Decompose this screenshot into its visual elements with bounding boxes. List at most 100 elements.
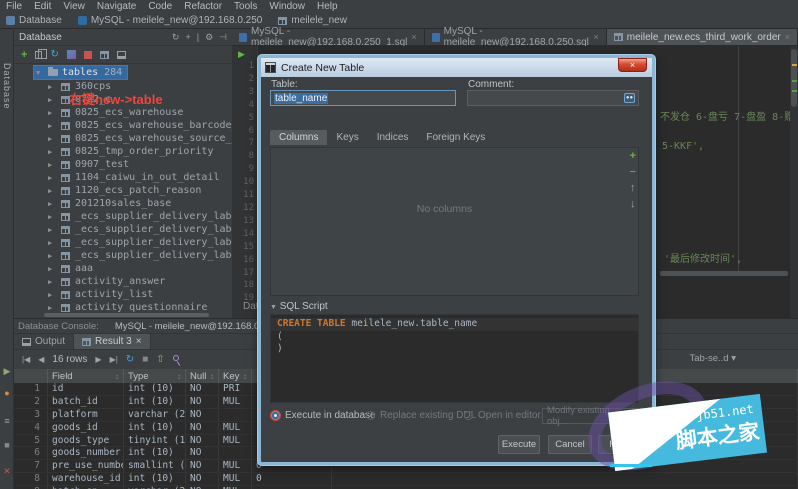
cell-key[interactable]: MUL xyxy=(219,473,252,486)
locate-icon[interactable]: + xyxy=(185,32,190,42)
cell-null[interactable]: NO xyxy=(186,421,219,434)
radio-execute-in-database[interactable]: Execute in database xyxy=(270,410,376,421)
close-icon[interactable]: × xyxy=(411,32,416,42)
chevron-right-icon[interactable]: ▶ xyxy=(48,83,56,91)
tree-node-table[interactable]: ▶ _ecs_supplier_delivery_labels_copy1_co… xyxy=(14,236,232,249)
tab-keys[interactable]: Keys xyxy=(327,130,367,145)
tab-sql-1[interactable]: MySQL - meilele_new@192.168.0.250_1.sql … xyxy=(232,26,425,48)
dialog-title-bar[interactable]: Create New Table × xyxy=(261,58,652,77)
cell-type[interactable]: int (10) xyxy=(124,421,186,434)
stop-icon[interactable]: ■ xyxy=(142,354,148,365)
tab-sql-2[interactable]: MySQL - meilele_new@192.168.0.250.sql × xyxy=(425,26,607,48)
radio-replace-existing-ddl[interactable]: Replace existing DDL xyxy=(366,410,476,421)
cell-key[interactable]: MUL xyxy=(219,395,252,408)
chevron-right-icon[interactable]: ▶ xyxy=(48,187,56,195)
chevron-right-icon[interactable]: ▶ xyxy=(48,135,56,143)
tree-node-table[interactable]: ▶ 0825_ecs_warehouse_source_relation xyxy=(14,132,232,145)
cell-type[interactable]: int (10) xyxy=(124,383,186,395)
horizontal-scrollbar[interactable] xyxy=(44,313,209,317)
cell-key[interactable] xyxy=(219,447,252,460)
chevron-down-icon[interactable]: ▼ xyxy=(36,69,44,77)
menu-item[interactable]: Window xyxy=(269,1,305,12)
radio-icon[interactable] xyxy=(366,411,375,420)
reload-icon[interactable]: ↻ xyxy=(126,354,134,365)
tree-node-table[interactable]: ▶ 0825_ecs_warehouse_barcode_goods xyxy=(14,119,232,132)
header-cell-type[interactable]: Type xyxy=(124,369,186,383)
last-page-icon[interactable]: ▶| xyxy=(110,355,118,364)
close-button[interactable]: × xyxy=(618,58,647,72)
add-icon[interactable]: + xyxy=(21,49,27,61)
upload-icon[interactable]: ⇧ xyxy=(156,354,164,365)
radio-icon[interactable] xyxy=(464,411,473,420)
tree-node-table[interactable]: ▶ activity_questionnaire xyxy=(14,301,232,312)
tree-node-table[interactable]: ▶ activity_list xyxy=(14,288,232,301)
tool-button-database[interactable]: Database xyxy=(2,63,12,110)
table-view-icon[interactable] xyxy=(99,50,109,59)
menu-item[interactable]: Navigate xyxy=(97,1,136,12)
cell-key[interactable]: PRI xyxy=(219,383,252,395)
collapse-icon[interactable]: ▼ xyxy=(270,304,277,311)
pin-icon[interactable] xyxy=(172,354,179,361)
tree-node-table[interactable]: ▶ _ecs_supplier_delivery_labels_copy1 xyxy=(14,223,232,236)
cell-type[interactable]: int (10) xyxy=(124,473,186,486)
tab-foreign-keys[interactable]: Foreign Keys xyxy=(417,130,494,145)
sort-icon[interactable] xyxy=(115,371,119,382)
next-page-icon[interactable]: ▶ xyxy=(95,355,101,364)
cell-field[interactable]: goods_number xyxy=(48,447,124,460)
radio-open-in-editor[interactable]: Open in editor: xyxy=(464,410,544,421)
nav-segment-database[interactable]: Database xyxy=(6,15,62,26)
tree-node-table[interactable]: ▶ _ecs_supplier_delivery_labels_copy xyxy=(14,210,232,223)
tab-indices[interactable]: Indices xyxy=(368,130,418,145)
horizontal-scrollbar[interactable] xyxy=(660,271,788,276)
cell-null[interactable]: NO xyxy=(186,434,219,447)
output-format-dropdown[interactable]: Tab-se..d ▾ xyxy=(690,353,737,364)
tab-output[interactable]: Output xyxy=(14,334,75,349)
chevron-right-icon[interactable]: ▶ xyxy=(48,174,56,182)
tree-node-table[interactable]: ▶ 1104_caiwu_in_out_detail xyxy=(14,171,232,184)
chevron-right-icon[interactable]: ▶ xyxy=(48,213,56,221)
execute-button[interactable]: Execute xyxy=(498,435,540,454)
cell-null[interactable]: NO xyxy=(186,460,219,473)
cell-field[interactable]: pre_use_number xyxy=(48,460,124,473)
move-up-icon[interactable]: ↑ xyxy=(630,183,636,194)
cell-null[interactable]: NO xyxy=(186,395,219,408)
cell-null[interactable]: NO xyxy=(186,408,219,421)
menu-item[interactable]: Code xyxy=(148,1,172,12)
chevron-right-icon[interactable]: ▶ xyxy=(48,226,56,234)
chevron-right-icon[interactable]: ▶ xyxy=(48,278,56,286)
close-icon[interactable]: × xyxy=(785,32,790,42)
sort-icon[interactable] xyxy=(177,371,181,382)
sql-script-editor[interactable]: CREATE TABLE meilele_new.table_name ( ) xyxy=(270,314,639,403)
close-icon[interactable]: × xyxy=(593,32,598,42)
cell-type[interactable]: tinyint (1) xyxy=(124,434,186,447)
hide-panel-icon[interactable]: ⊣ xyxy=(219,32,227,43)
close-icon[interactable]: × xyxy=(136,336,142,347)
nav-segment-connection[interactable]: MySQL - meilele_new@192.168.0.250 xyxy=(77,15,262,26)
move-down-icon[interactable]: ↓ xyxy=(630,199,636,210)
header-cell-null[interactable]: Null xyxy=(186,369,219,383)
soft-wrap-icon[interactable]: ≡ xyxy=(0,415,14,427)
add-column-icon[interactable]: + xyxy=(630,151,636,162)
sql-script-section[interactable]: ▼ SQL Script xyxy=(270,301,328,312)
rerun-icon[interactable]: ▶ xyxy=(0,365,14,377)
console-window-icon[interactable] xyxy=(116,50,126,59)
columns-panel[interactable]: No columns + − ↑ ↓ xyxy=(270,147,639,296)
tree-node-table[interactable]: ▶ 0825_tmp_order_priority xyxy=(14,145,232,158)
comment-icon[interactable]: ●● xyxy=(624,93,635,103)
nav-segment-schema[interactable]: meilele_new xyxy=(278,15,347,26)
tab-columns[interactable]: Columns xyxy=(270,130,328,145)
cell-key[interactable]: MUL xyxy=(219,434,252,447)
chevron-right-icon[interactable]: ▶ xyxy=(48,265,56,273)
tree-node-table[interactable]: ▶ aaa xyxy=(14,262,232,275)
settings-icon[interactable]: ⚙ xyxy=(205,32,213,43)
cancel-button[interactable]: Cancel xyxy=(548,435,592,454)
chevron-right-icon[interactable]: ▶ xyxy=(48,148,56,156)
cell-key[interactable]: MUL xyxy=(219,421,252,434)
menu-item[interactable]: View xyxy=(63,1,85,12)
cell-key[interactable]: MUL xyxy=(219,460,252,473)
datasource-properties-icon[interactable] xyxy=(66,50,76,59)
chevron-right-icon[interactable]: ▶ xyxy=(48,96,56,104)
tree-node-table[interactable]: ▶ 0907_test xyxy=(14,158,232,171)
chevron-right-icon[interactable]: ▶ xyxy=(48,109,56,117)
menu-item[interactable]: Help xyxy=(317,1,338,12)
